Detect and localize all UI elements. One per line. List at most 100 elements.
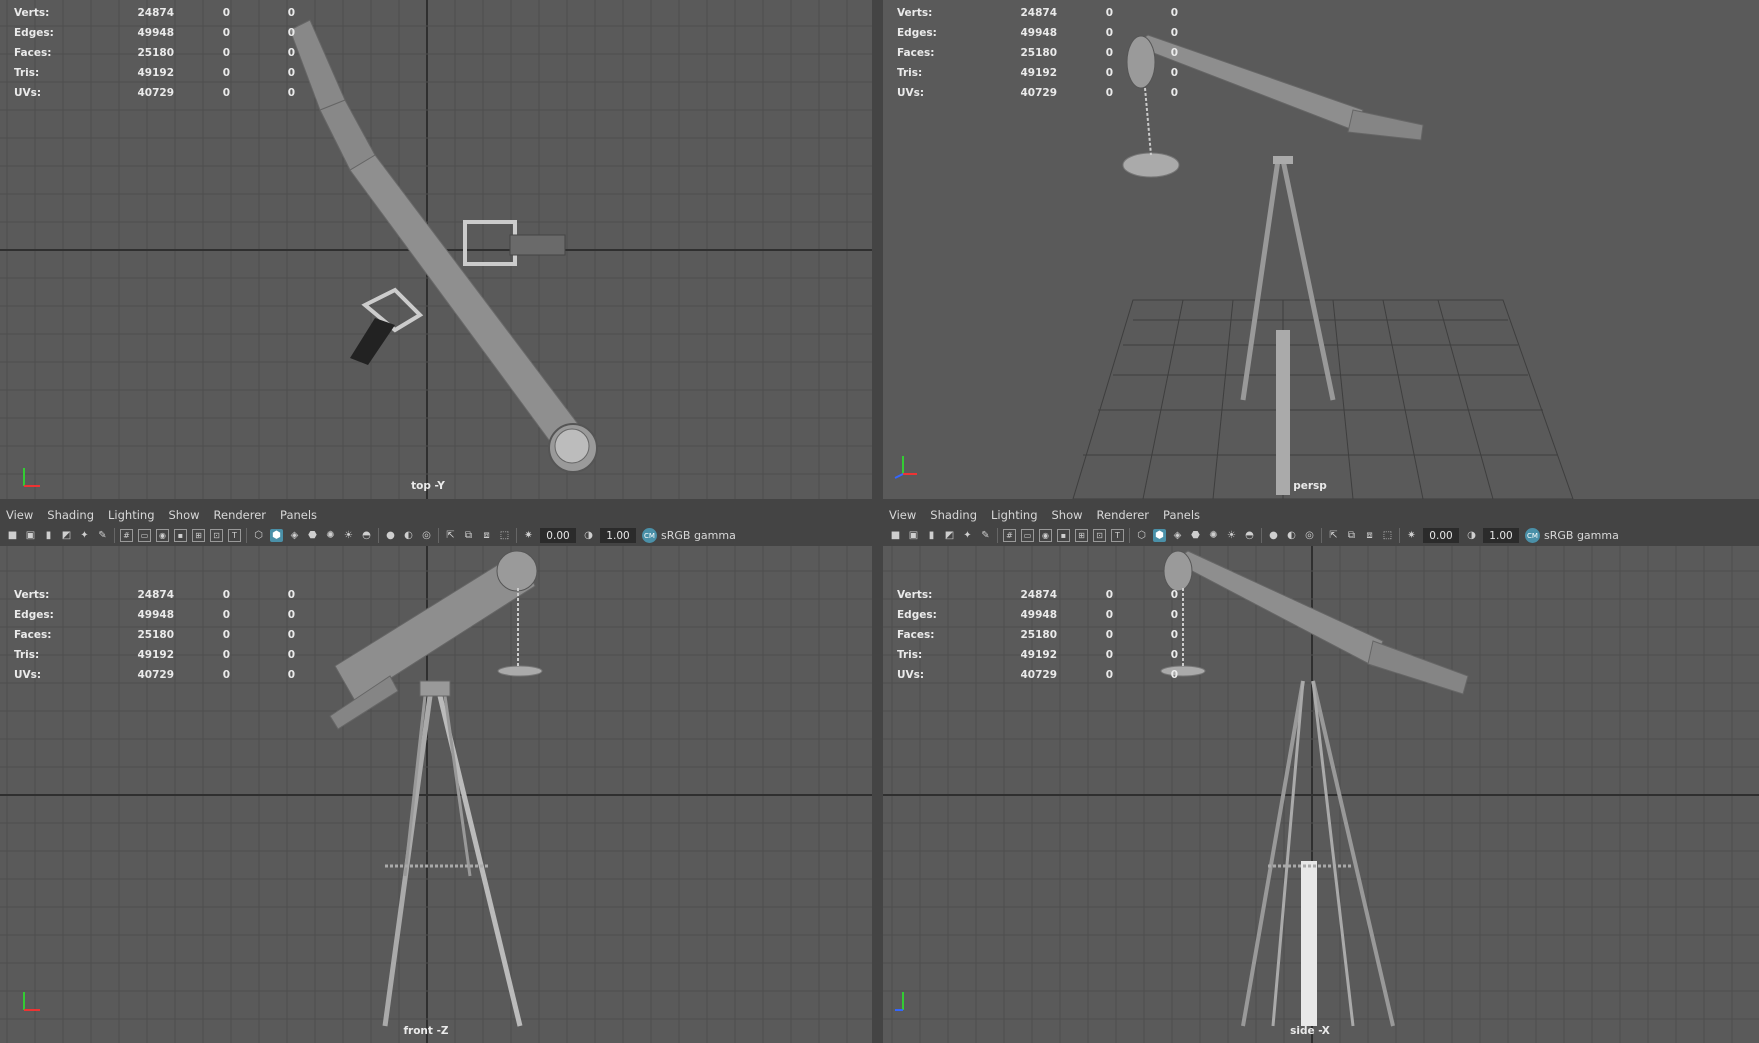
isolate-select-icon[interactable]: ⇱ [1327, 529, 1340, 542]
xray-components-icon[interactable]: ◎ [420, 529, 433, 542]
image-plane-icon[interactable]: ◩ [943, 529, 956, 542]
xray-icon[interactable]: ● [1267, 529, 1280, 542]
resolution-gate-icon[interactable]: ◉ [156, 529, 169, 542]
camera-icon[interactable]: ■ [889, 529, 902, 542]
textured-icon[interactable]: ⬣ [306, 529, 319, 542]
gamma-field[interactable]: 1.00 [1483, 528, 1519, 543]
pencil-icon[interactable]: ✎ [979, 529, 992, 542]
gamma-icon[interactable]: ◑ [582, 529, 595, 542]
camera-label-top: top -Y [411, 480, 445, 492]
camera-label-side: side -X [1290, 1025, 1330, 1037]
smooth-shade-icon[interactable]: ⬢ [1153, 529, 1166, 542]
texture-icon[interactable]: ⧈ [1363, 529, 1376, 542]
xray-icon[interactable]: ● [384, 529, 397, 542]
safe-action-icon[interactable]: ⊡ [1093, 529, 1106, 542]
smooth-shade-icon[interactable]: ⬢ [270, 529, 283, 542]
exposure-field[interactable]: 0.00 [540, 528, 576, 543]
separator [438, 528, 439, 543]
separator [516, 528, 517, 543]
camera-attributes-icon[interactable]: ▣ [907, 529, 920, 542]
grid-icon[interactable]: # [1003, 529, 1016, 542]
hud-icon[interactable]: ⬚ [1381, 529, 1394, 542]
default-material-icon[interactable]: ⧉ [1345, 529, 1358, 542]
color-space-select[interactable]: sRGB gamma [1544, 529, 1619, 542]
ambient-occlusion-icon[interactable]: ◓ [1243, 529, 1256, 542]
hud-stats-persp: Verts: 24874 0 0 Edges: 49948 0 0 Faces: 25180 0… [897, 7, 1178, 99]
gamma-field[interactable]: 1.00 [600, 528, 636, 543]
menu-show[interactable]: Show [169, 508, 200, 522]
camera-icon[interactable]: ■ [6, 529, 19, 542]
shadows-icon[interactable]: ☀ [1225, 529, 1238, 542]
color-management-icon[interactable]: CM [642, 528, 657, 543]
panel-menu-bar: View Shading Lighting Show Renderer Pane… [0, 505, 331, 525]
menu-lighting[interactable]: Lighting [991, 508, 1037, 522]
menu-view[interactable]: View [889, 508, 916, 522]
menu-show[interactable]: Show [1052, 508, 1083, 522]
snap-icon[interactable]: ✦ [961, 529, 974, 542]
menu-panels[interactable]: Panels [1163, 508, 1200, 522]
camera-attributes-icon[interactable]: ▣ [24, 529, 37, 542]
bookmark-icon[interactable]: ▮ [925, 529, 938, 542]
menu-lighting[interactable]: Lighting [108, 508, 154, 522]
field-chart-icon[interactable]: ⊞ [1075, 529, 1088, 542]
bookmark-icon[interactable]: ▮ [42, 529, 55, 542]
viewport-persp[interactable]: Verts: 24874 0 0 Edges: 49948 0 0 Faces: 25180 0… [883, 0, 1759, 499]
field-chart-icon[interactable]: ⊞ [192, 529, 205, 542]
default-material-icon[interactable]: ⧉ [462, 529, 475, 542]
gate-mask-icon[interactable]: ▪ [174, 529, 187, 542]
viewport-top[interactable]: Verts: 24874 0 0 Edges: 49948 0 0 Faces: 25180 0… [0, 0, 872, 499]
separator [1321, 528, 1322, 543]
lights-icon[interactable]: ✺ [1207, 529, 1220, 542]
exposure-icon[interactable]: ✷ [522, 529, 535, 542]
gamma-icon[interactable]: ◑ [1465, 529, 1478, 542]
texture-icon[interactable]: ⧈ [480, 529, 493, 542]
isolate-select-icon[interactable]: ⇱ [444, 529, 457, 542]
film-gate-icon[interactable]: ▭ [138, 529, 151, 542]
separator [1261, 528, 1262, 543]
hud-icon[interactable]: ⬚ [498, 529, 511, 542]
resolution-gate-icon[interactable]: ◉ [1039, 529, 1052, 542]
pencil-icon[interactable]: ✎ [96, 529, 109, 542]
menu-shading[interactable]: Shading [930, 508, 977, 522]
wireframe-icon[interactable]: ⬡ [1135, 529, 1148, 542]
color-management-icon[interactable]: CM [1525, 528, 1540, 543]
film-gate-icon[interactable]: ▭ [1021, 529, 1034, 542]
xray-components-icon[interactable]: ◎ [1303, 529, 1316, 542]
wireframe-icon[interactable]: ⬡ [252, 529, 265, 542]
gate-mask-icon[interactable]: ▪ [1057, 529, 1070, 542]
menu-panels[interactable]: Panels [280, 508, 317, 522]
textured-icon[interactable]: ⬣ [1189, 529, 1202, 542]
ambient-occlusion-icon[interactable]: ◓ [360, 529, 373, 542]
exposure-field[interactable]: 0.00 [1423, 528, 1459, 543]
safe-action-icon[interactable]: ⊡ [210, 529, 223, 542]
telescope-top-view [289, 19, 598, 473]
menu-renderer[interactable]: Renderer [1097, 508, 1150, 522]
lights-icon[interactable]: ✺ [324, 529, 337, 542]
shadows-icon[interactable]: ☀ [342, 529, 355, 542]
grid-icon[interactable]: # [120, 529, 133, 542]
color-space-select[interactable]: sRGB gamma [661, 529, 736, 542]
axis-gizmo-icon [895, 992, 904, 1011]
telescope-front-view [329, 550, 543, 1027]
menu-shading[interactable]: Shading [47, 508, 94, 522]
image-plane-icon[interactable]: ◩ [60, 529, 73, 542]
separator [114, 528, 115, 543]
safe-title-icon[interactable]: T [1111, 529, 1124, 542]
separator [1129, 528, 1130, 543]
wireframe-on-shaded-icon[interactable]: ◈ [288, 529, 301, 542]
viewport-side[interactable]: Verts: 24874 0 0 Edges: 49948 0 0 Faces: 25180 0… [883, 546, 1759, 1043]
hud-stats-front: Verts: 24874 0 0 Edges: 49948 0 0 Faces: 25180 0… [14, 589, 295, 681]
menu-renderer[interactable]: Renderer [214, 508, 267, 522]
camera-label-persp: persp [1293, 480, 1327, 492]
exposure-icon[interactable]: ✷ [1405, 529, 1418, 542]
viewport-front[interactable]: Verts: 24874 0 0 Edges: 49948 0 0 Faces: 25180 0… [0, 546, 872, 1043]
safe-title-icon[interactable]: T [228, 529, 241, 542]
viewport-divider-vertical[interactable] [872, 0, 883, 1043]
panel-bar-side: View Shading Lighting Show Renderer Pane… [883, 505, 1759, 546]
wireframe-on-shaded-icon[interactable]: ◈ [1171, 529, 1184, 542]
xray-joints-icon[interactable]: ◐ [1285, 529, 1298, 542]
menu-view[interactable]: View [6, 508, 33, 522]
xray-joints-icon[interactable]: ◐ [402, 529, 415, 542]
separator [1399, 528, 1400, 543]
snap-icon[interactable]: ✦ [78, 529, 91, 542]
